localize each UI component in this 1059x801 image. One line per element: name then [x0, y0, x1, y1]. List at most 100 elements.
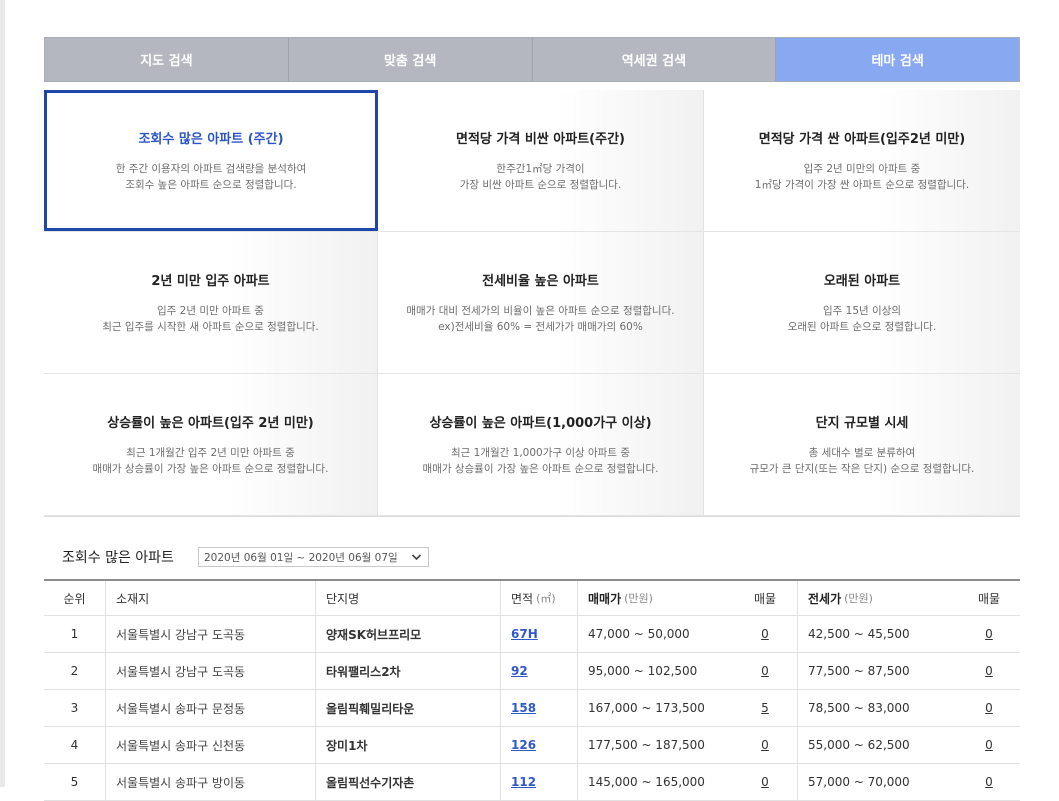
theme-card-rising-new[interactable]: 상승률이 높은 아파트(입주 2년 미만) 최근 1개월간 입주 2년 미만 아… [44, 374, 378, 515]
jeonse-count-cell: 0 [958, 616, 1020, 652]
area-cell: 126 [501, 727, 578, 763]
jeonse-count-link[interactable]: 0 [985, 627, 993, 641]
theme-card-high-jeonse-ratio[interactable]: 전세비율 높은 아파트 매매가 대비 전세가의 비율이 높은 아파트 순으로 정… [378, 232, 704, 373]
theme-card-old-apartments[interactable]: 오래된 아파트 입주 15년 이상의 오래된 아파트 순으로 정렬합니다. [704, 232, 1020, 373]
theme-card-expensive-per-area[interactable]: 면적당 가격 비싼 아파트(주간) 한주간1㎡당 가격이 가장 비싼 아파트 순… [378, 90, 704, 231]
theme-desc: 입주 15년 이상의 오래된 아파트 순으로 정렬합니다. [787, 305, 937, 333]
area-link[interactable]: 67H [511, 627, 538, 641]
jeonse-count-cell: 0 [958, 764, 1020, 800]
jeonse-count-link[interactable]: 0 [985, 664, 993, 678]
header-area: 면적 (㎡) [501, 581, 578, 615]
date-range-select[interactable]: 2020년 06월 01일 ~ 2020년 06월 07일 [198, 547, 429, 567]
name-cell: 올림픽선수기자촌 [316, 764, 501, 800]
rank-cell: 1 [44, 616, 106, 652]
theme-desc: 총 세대수 별로 분류하여 규모가 큰 단지(또는 작은 단지) 순으로 정렬합… [749, 447, 975, 475]
theme-title: 2년 미만 입주 아파트 [151, 274, 270, 289]
header-area-label: 면적 [511, 591, 534, 606]
sale-count-cell: 0 [733, 616, 798, 652]
header-name: 단지명 [316, 581, 501, 615]
theme-desc: 최근 1개월간 입주 2년 미만 아파트 중 매매가 상승률이 가장 높은 아파… [92, 447, 329, 475]
theme-grid: 조회수 많은 아파트 (주간) 한 주간 이용자의 아파트 검색량을 분석하여 … [44, 90, 1020, 517]
table-row: 1 서울특별시 강남구 도곡동 양재SK허브프리모 67H 47,000 ~ 5… [44, 616, 1020, 653]
area-link[interactable]: 158 [511, 701, 536, 715]
rank-cell: 5 [44, 764, 106, 800]
jeonse-price-cell: 55,000 ~ 62,500 [808, 738, 910, 752]
date-range-value: 2020년 06월 01일 ~ 2020년 06월 07일 [204, 551, 398, 564]
sale-price-cell: 177,500 ~ 187,500 [588, 738, 705, 752]
location-cell: 서울특별시 송파구 신천동 [106, 727, 316, 763]
header-rank: 순위 [44, 581, 106, 615]
jeonse-price-cell: 78,500 ~ 83,000 [808, 701, 910, 715]
area-cell: 92 [501, 653, 578, 689]
search-tabs: 지도 검색 맞춤 검색 역세권 검색 테마 검색 [44, 37, 1020, 82]
sale-count-link[interactable]: 5 [761, 701, 769, 715]
header-sale-label: 매매가 [588, 591, 622, 606]
theme-desc: 최근 1개월간 1,000가구 이상 아파트 중 매매가 상승률이 가장 높은 … [422, 447, 659, 475]
sale-count-cell: 0 [733, 764, 798, 800]
header-sale-count: 매물 [733, 581, 798, 615]
sale-price-cell: 145,000 ~ 165,000 [588, 775, 705, 789]
header-area-unit: (㎡) [536, 592, 556, 605]
theme-desc: 입주 2년 미만의 아파트 중 1㎡당 가격이 가장 싼 아파트 순으로 정렬합… [754, 163, 970, 191]
sale-price-cell: 167,000 ~ 173,500 [588, 701, 705, 715]
sale-count-cell: 0 [733, 653, 798, 689]
jeonse-price-cell: 57,000 ~ 70,000 [808, 775, 910, 789]
name-cell: 타워팰리스2차 [316, 653, 501, 689]
table-row: 3 서울특별시 송파구 문정동 올림픽훼밀리타운 158 167,000 ~ 1… [44, 690, 1020, 727]
rank-cell: 3 [44, 690, 106, 726]
jeonse-count-cell: 0 [958, 727, 1020, 763]
header-sale: 매매가 (만원) [578, 581, 733, 615]
ranking-table: 순위 소재지 단지명 면적 (㎡) 매매가 (만원) 매물 전세가 (만원) 매물 1… [44, 579, 1020, 801]
tab-map-search[interactable]: 지도 검색 [45, 38, 289, 81]
theme-card-rising-large[interactable]: 상승률이 높은 아파트(1,000가구 이상) 최근 1개월간 1,000가구 … [378, 374, 704, 515]
header-sale-unit: (만원) [624, 592, 653, 605]
theme-title: 면적당 가격 싼 아파트(입주2년 미만) [758, 132, 966, 147]
theme-card-complex-size[interactable]: 단지 규모별 시세 총 세대수 별로 분류하여 규모가 큰 단지(또는 작은 단… [704, 374, 1020, 515]
table-header-row: 순위 소재지 단지명 면적 (㎡) 매매가 (만원) 매물 전세가 (만원) 매물 [44, 581, 1020, 616]
sale-price-cell: 47,000 ~ 50,000 [588, 627, 690, 641]
theme-title: 단지 규모별 시세 [815, 416, 909, 431]
area-link[interactable]: 92 [511, 664, 528, 678]
theme-desc: 입주 2년 미만 아파트 중 최근 입주를 시작한 새 아파트 순으로 정렬합니… [102, 305, 319, 333]
sale-count-cell: 5 [733, 690, 798, 726]
area-link[interactable]: 126 [511, 738, 536, 752]
location-cell: 서울특별시 강남구 도곡동 [106, 653, 316, 689]
sale-count-link[interactable]: 0 [761, 627, 769, 641]
jeonse-price-cell: 77,500 ~ 87,500 [808, 664, 910, 678]
tab-theme-search[interactable]: 테마 검색 [776, 38, 1019, 81]
tab-station-search[interactable]: 역세권 검색 [532, 38, 777, 81]
theme-title: 오래된 아파트 [823, 274, 901, 289]
rank-cell: 2 [44, 653, 106, 689]
sale-count-cell: 0 [733, 727, 798, 763]
theme-card-most-viewed[interactable]: 조회수 많은 아파트 (주간) 한 주간 이용자의 아파트 검색량을 분석하여 … [44, 90, 378, 231]
header-location: 소재지 [106, 581, 316, 615]
name-cell: 장미1차 [316, 727, 501, 763]
theme-title: 상승률이 높은 아파트(1,000가구 이상) [429, 416, 652, 431]
jeonse-price-cell: 42,500 ~ 45,500 [808, 627, 910, 641]
theme-title: 조회수 많은 아파트 (주간) [138, 132, 284, 147]
theme-title: 전세비율 높은 아파트 [482, 274, 599, 289]
table-row: 2 서울특별시 강남구 도곡동 타워팰리스2차 92 95,000 ~ 102,… [44, 653, 1020, 690]
table-row: 5 서울특별시 송파구 방이동 올림픽선수기자촌 112 145,000 ~ 1… [44, 764, 1020, 801]
location-cell: 서울특별시 송파구 문정동 [106, 690, 316, 726]
sale-count-link[interactable]: 0 [761, 738, 769, 752]
jeonse-count-link[interactable]: 0 [985, 701, 993, 715]
name-cell: 올림픽훼밀리타운 [316, 690, 501, 726]
sale-count-link[interactable]: 0 [761, 664, 769, 678]
jeonse-count-link[interactable]: 0 [985, 738, 993, 752]
tab-custom-search[interactable]: 맞춤 검색 [288, 38, 533, 81]
theme-desc: 한 주간 이용자의 아파트 검색량을 분석하여 조회수 높은 아파트 순으로 정… [115, 163, 307, 191]
theme-card-cheap-per-area[interactable]: 면적당 가격 싼 아파트(입주2년 미만) 입주 2년 미만의 아파트 중 1㎡… [704, 90, 1020, 231]
ranking-title: 조회수 많은 아파트 [62, 550, 174, 566]
jeonse-count-cell: 0 [958, 653, 1020, 689]
theme-desc: 한주간1㎡당 가격이 가장 비싼 아파트 순으로 정렬합니다. [459, 163, 622, 191]
table-row: 4 서울특별시 송파구 신천동 장미1차 126 177,500 ~ 187,5… [44, 727, 1020, 764]
left-edge-strip [0, 0, 5, 787]
location-cell: 서울특별시 송파구 방이동 [106, 764, 316, 800]
header-jeonse-count: 매물 [977, 591, 1001, 606]
theme-card-new-move-in[interactable]: 2년 미만 입주 아파트 입주 2년 미만 아파트 중 최근 입주를 시작한 새… [44, 232, 378, 373]
area-cell: 158 [501, 690, 578, 726]
area-cell: 112 [501, 764, 578, 800]
rank-cell: 4 [44, 727, 106, 763]
header-jeonse-unit: (만원) [844, 592, 873, 605]
